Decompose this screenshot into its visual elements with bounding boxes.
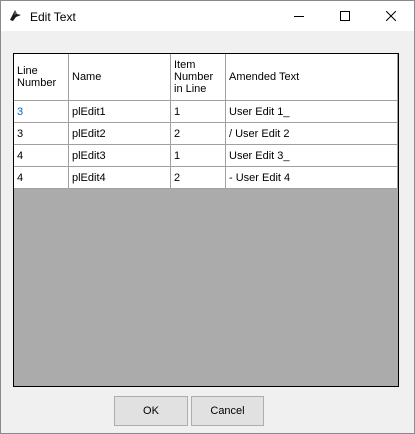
close-button[interactable] [368,1,414,31]
cell-name[interactable]: plEdit1 [68,100,171,123]
ok-button[interactable]: OK [114,396,188,426]
maximize-icon [340,11,350,21]
cell-line-number[interactable]: 4 [14,144,69,167]
cell-item-number[interactable]: 2 [170,166,226,189]
cell-name[interactable]: plEdit3 [68,144,171,167]
table-row[interactable]: 4 plEdit4 2 - User Edit 4 [14,166,398,189]
text-table: Line Number Name Item Number in Line Ame… [14,54,398,189]
text-grid[interactable]: Line Number Name Item Number in Line Ame… [13,53,399,387]
minimize-icon [294,16,304,17]
cell-amended-text[interactable]: User Edit 3_ [225,144,398,167]
table-row[interactable]: 4 plEdit3 1 User Edit 3_ [14,144,398,167]
column-header-line-number[interactable]: Line Number [14,54,69,101]
cell-item-number[interactable]: 1 [170,100,226,123]
app-logo-icon [9,9,22,22]
cell-name[interactable]: plEdit2 [68,122,171,145]
cell-amended-text[interactable]: User Edit 1_ [225,100,398,123]
close-icon [386,11,396,21]
cell-amended-text[interactable]: - User Edit 4 [225,166,398,189]
cell-name[interactable]: plEdit4 [68,166,171,189]
cell-item-number[interactable]: 1 [170,144,226,167]
cell-line-number[interactable]: 3 [14,100,69,123]
title-bar[interactable]: Edit Text [1,1,414,31]
cell-line-number[interactable]: 4 [14,166,69,189]
table-row[interactable]: 3 plEdit2 2 / User Edit 2 [14,122,398,145]
column-header-amended-text[interactable]: Amended Text [225,54,398,101]
cancel-button[interactable]: Cancel [191,396,264,426]
column-header-item-number[interactable]: Item Number in Line [170,54,226,101]
maximize-button[interactable] [322,1,368,31]
edit-text-dialog: Edit Text Line Number Name Item Number i… [0,0,415,434]
window-title: Edit Text [30,10,76,24]
cell-line-number[interactable]: 3 [14,122,69,145]
header-row: Line Number Name Item Number in Line Ame… [14,54,398,101]
cell-amended-text[interactable]: / User Edit 2 [225,122,398,145]
cell-item-number[interactable]: 2 [170,122,226,145]
column-header-name[interactable]: Name [68,54,171,101]
minimize-button[interactable] [276,1,322,31]
table-row[interactable]: 3 plEdit1 1 User Edit 1_ [14,100,398,123]
